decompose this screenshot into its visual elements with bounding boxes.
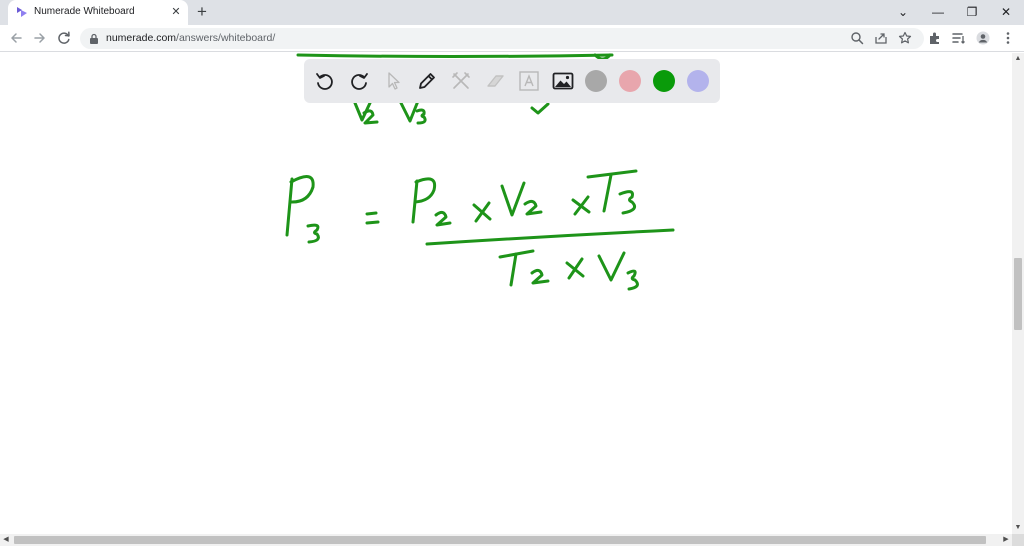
forward-arrow-icon[interactable]: [32, 30, 48, 46]
tab-search-icon[interactable]: ⌄: [895, 4, 911, 20]
num-p2-subscript: [434, 210, 452, 227]
kebab-menu-icon[interactable]: [1001, 31, 1015, 45]
restore-button[interactable]: ❐: [964, 4, 980, 20]
numerade-logo-icon: [17, 7, 27, 17]
undo-icon[interactable]: [314, 70, 336, 92]
url-host: numerade.com: [106, 32, 177, 44]
profile-icon[interactable]: [976, 31, 990, 45]
tab-title: Numerade Whiteboard: [34, 6, 135, 17]
p3-bowl: [288, 175, 315, 204]
address-bar[interactable]: numerade.com/answers/whiteboard/: [80, 28, 924, 49]
close-window-button[interactable]: ✕: [998, 4, 1014, 20]
prev-v3-v: [398, 99, 420, 123]
redo-icon[interactable]: [348, 70, 370, 92]
zoom-icon[interactable]: [850, 31, 864, 45]
color-swatch-lavender[interactable]: [687, 70, 709, 92]
prev-v2-sub: [362, 109, 379, 125]
pen-icon[interactable]: [416, 70, 438, 92]
share-icon[interactable]: [874, 31, 888, 45]
image-icon[interactable]: [552, 70, 574, 92]
num-times-1: [472, 201, 492, 223]
den-v3-v: [597, 251, 626, 282]
p3-subscript: [306, 223, 320, 244]
num-t3-subscript: [618, 190, 636, 215]
whiteboard-toolbar: [304, 59, 720, 103]
scroll-right-arrow-icon[interactable]: ▶: [1000, 534, 1012, 546]
browser-toolbar: numerade.com/answers/whiteboard/: [0, 25, 1024, 52]
extensions-icon[interactable]: [928, 31, 942, 45]
color-swatch-pink[interactable]: [619, 70, 641, 92]
text-icon[interactable]: [518, 70, 540, 92]
tab-close-icon[interactable]: ✕: [169, 5, 183, 19]
reload-icon[interactable]: [56, 30, 72, 46]
whiteboard-canvas[interactable]: [0, 53, 1012, 534]
prev-stroke-right: [530, 102, 550, 115]
color-swatch-gray[interactable]: [585, 70, 607, 92]
fraction-bar: [425, 228, 675, 246]
num-t3-stem: [602, 173, 613, 213]
bookmark-star-icon[interactable]: [898, 31, 912, 45]
minimize-button[interactable]: —: [930, 4, 946, 20]
tab-strip: Numerade Whiteboard ✕ + ⌄ — ❐ ✕: [0, 0, 1024, 25]
prev-fraction-bar: [296, 53, 614, 58]
equals-top: [365, 211, 378, 216]
pointer-icon[interactable]: [382, 70, 404, 92]
scroll-up-arrow-icon[interactable]: ▲: [1012, 53, 1024, 65]
vertical-scroll-thumb[interactable]: [1014, 258, 1022, 330]
num-v2-v: [500, 181, 526, 217]
lock-icon[interactable]: [89, 33, 99, 44]
eraser-icon[interactable]: [484, 70, 506, 92]
new-tab-button[interactable]: +: [193, 3, 211, 21]
den-t2-stem: [509, 252, 518, 287]
scroll-left-arrow-icon[interactable]: ◀: [0, 534, 12, 546]
back-arrow-icon[interactable]: [8, 30, 24, 46]
browser-tab[interactable]: Numerade Whiteboard ✕: [8, 0, 188, 25]
equals-bottom: [365, 220, 380, 225]
p3-stem: [285, 177, 294, 237]
vertical-scrollbar[interactable]: ▲ ▼: [1012, 53, 1024, 534]
url-path: /answers/whiteboard/: [176, 32, 276, 44]
num-times-2: [571, 195, 591, 216]
handwritten-equation: [285, 53, 675, 291]
scroll-down-arrow-icon[interactable]: ▼: [1012, 522, 1024, 534]
horizontal-scrollbar[interactable]: ◀ ▶: [0, 534, 1012, 546]
horizontal-scroll-thumb[interactable]: [14, 536, 986, 544]
num-p2-bowl: [413, 177, 437, 204]
scrollbar-corner: [1012, 534, 1024, 546]
prev-v3-sub: [415, 108, 427, 125]
url-text[interactable]: numerade.com/answers/whiteboard/: [106, 32, 275, 44]
num-v2-subscript: [523, 199, 543, 216]
reading-list-icon[interactable]: [952, 31, 966, 45]
tools-icon[interactable]: [450, 70, 472, 92]
den-times: [565, 257, 585, 280]
color-swatch-green[interactable]: [653, 70, 675, 92]
den-v3-subscript: [626, 269, 639, 291]
den-t2-subscript: [530, 268, 550, 285]
